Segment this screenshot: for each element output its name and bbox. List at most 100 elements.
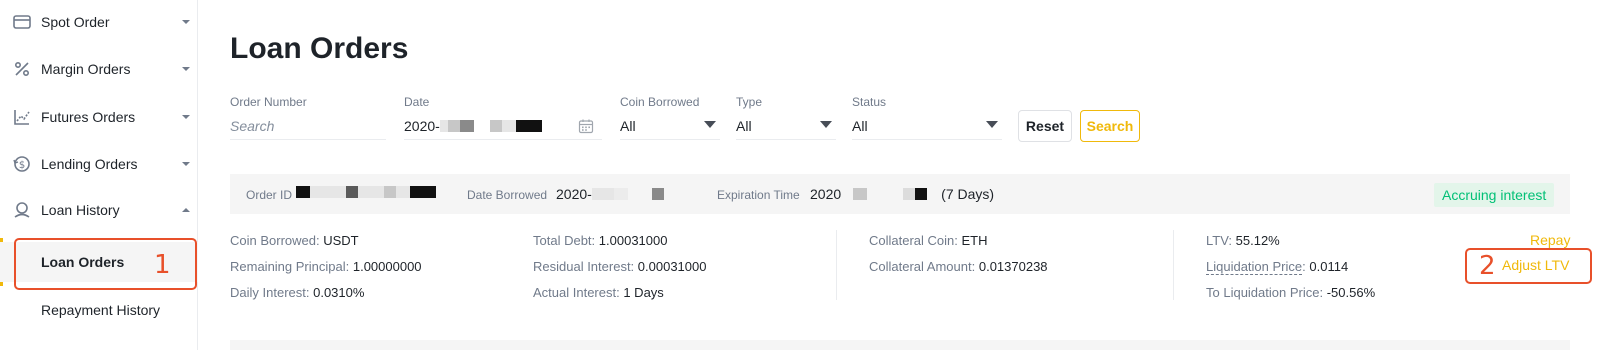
chevron-down-icon [180,63,192,75]
detail-remaining-principal: Remaining Principal: 1.00000000 [230,259,422,274]
detail-value: 0.0114 [1309,259,1349,274]
type-value: All [736,117,752,134]
status-value: All [852,117,868,134]
detail-value: 55.12% [1235,233,1280,248]
liquidation-price-tooltip-trigger[interactable]: Liquidation Price [1206,259,1303,275]
status-badge: Accruing interest [1434,183,1555,207]
detail-label: Total Debt: [533,233,596,248]
calendar-icon[interactable] [578,118,594,137]
date-borrowed-value: 2020- [556,186,664,202]
redacted-block [447,119,460,132]
chevron-down-icon [180,111,192,123]
sidebar: Spot Order Margin Orders Futures Orders … [0,0,198,350]
detail-total-debt: Total Debt: 1.00031000 [533,233,667,248]
expiration-days: (7 Days) [941,186,995,202]
coin-borrowed-value: All [620,117,636,134]
chevron-down-icon [180,158,192,170]
sidebar-item-lending-orders[interactable]: $ Lending Orders [0,144,198,184]
order-id-label: Order ID [246,188,293,202]
redacted-block [903,188,916,200]
order-id-value [296,186,436,198]
detail-to-liquidation-price: To Liquidation Price: -50.56% [1206,285,1375,300]
sidebar-item-label: Loan History [41,202,120,218]
svg-text:$: $ [19,160,25,171]
detail-value: -50.56% [1326,285,1376,300]
detail-value: USDT [323,233,359,248]
order-number-input[interactable]: Search [230,112,386,140]
detail-value: 1 Days [623,285,664,300]
detail-collateral-coin: Collateral Coin: ETH [869,233,988,248]
order-number-placeholder: Search [230,117,275,134]
annotation-number-2: 2 [1479,251,1496,281]
detail-value: 1.00000000 [352,259,422,274]
coin-borrowed-label: Coin Borrowed [620,95,700,109]
date-borrowed-label: Date Borrowed [467,188,548,202]
detail-liquidation-price: Liquidation Price: 0.0114 [1206,259,1349,275]
redacted-block [346,186,358,198]
redacted-block [459,119,474,132]
detail-label: Residual Interest: [533,259,635,274]
sidebar-subitem-repayment-history[interactable]: Repayment History [0,290,198,330]
detail-value: 0.00031000 [637,259,707,274]
redacted-block [853,188,868,200]
wallet-icon [11,11,33,33]
date-borrowed-prefix: 2020- [556,186,592,202]
detail-label: Daily Interest: [230,285,310,300]
date-start-value: 2020- [404,117,440,134]
detail-label: Collateral Amount: [869,259,976,274]
next-order-card [230,340,1570,350]
detail-value: ETH [961,233,988,248]
lending-icon: $ [11,153,33,175]
detail-daily-interest: Daily Interest: 0.0310% [230,285,364,300]
sidebar-item-label: Lending Orders [41,156,138,172]
redacted-block [384,186,396,198]
sidebar-item-spot-order[interactable]: Spot Order [0,2,198,42]
sidebar-item-margin-orders[interactable]: Margin Orders [0,49,198,89]
detail-label: LTV: [1206,233,1233,248]
detail-value: 0.0310% [313,285,365,300]
redacted-block [439,119,448,132]
sidebar-item-loan-history[interactable]: Loan History [0,190,198,230]
expiration-time-value: 2020 (7 Days) [810,186,994,202]
detail-actual-interest: Actual Interest: 1 Days [533,285,664,300]
detail-value: 1.00031000 [598,233,668,248]
redacted-block [489,119,502,132]
redacted-block [591,188,614,200]
detail-label: To Liquidation Price: [1206,285,1324,300]
search-button[interactable]: Search [1080,110,1140,142]
detail-value: 0.01370238 [978,259,1048,274]
detail-residual-interest: Residual Interest: 0.00031000 [533,259,706,274]
loan-icon [11,199,33,221]
redacted-block [515,119,542,132]
caret-down-icon [704,121,716,128]
reset-button[interactable]: Reset [1018,110,1072,142]
column-divider [836,230,837,300]
order-number-label: Order Number [230,95,307,109]
detail-label: Remaining Principal: [230,259,350,274]
repay-link[interactable]: Repay [1530,232,1570,248]
annotation-number-1: 1 [154,250,171,280]
type-select[interactable]: All [736,112,836,140]
detail-collateral-amount: Collateral Amount: 0.01370238 [869,259,1048,274]
redacted-block [310,186,346,198]
coin-borrowed-select[interactable]: All [620,112,720,140]
type-label: Type [736,95,763,109]
date-range-picker[interactable]: 2020- [404,112,602,140]
sidebar-subitem-label: Repayment History [41,302,161,318]
percent-icon [11,58,33,80]
redacted-block [915,188,928,200]
sidebar-item-label: Margin Orders [41,61,131,77]
expiration-time-label: Expiration Time [717,188,800,202]
date-label: Date [404,95,430,109]
sidebar-item-futures-orders[interactable]: Futures Orders [0,97,198,137]
redacted-block [613,188,628,200]
futures-icon [11,106,33,128]
redacted-block [358,186,384,198]
status-select[interactable]: All [852,112,1002,140]
redacted-block [396,186,410,198]
order-header: Order ID Date Borrowed 2020- Expiration … [230,174,1570,214]
expiration-prefix: 2020 [810,186,842,202]
status-label: Status [852,95,887,109]
caret-down-icon [820,121,832,128]
detail-label: Coin Borrowed: [230,233,320,248]
